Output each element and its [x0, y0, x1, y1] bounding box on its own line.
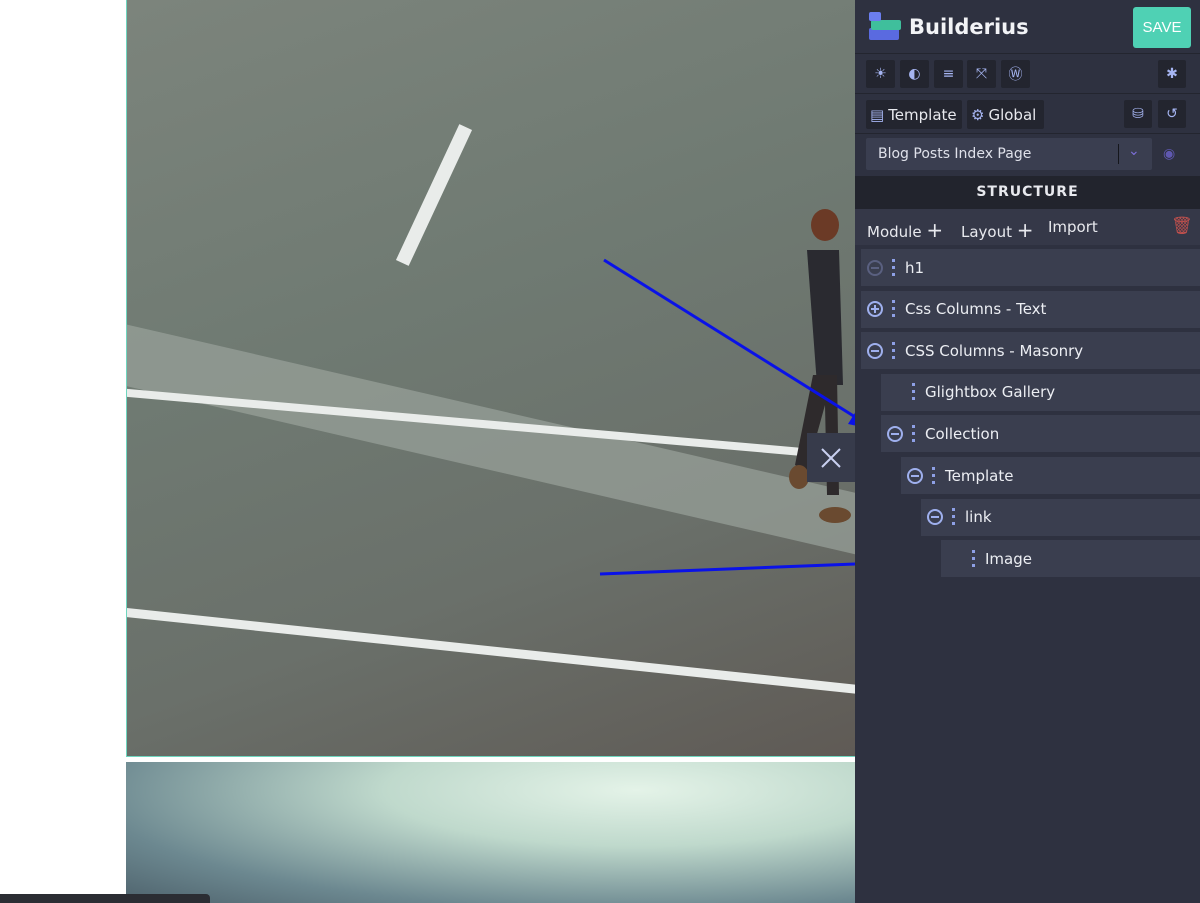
- app-name: Builderius: [909, 15, 1029, 39]
- close-icon: [821, 447, 841, 468]
- tree-item[interactable]: Glightbox Gallery: [881, 373, 1200, 411]
- tree-item-label: link: [965, 508, 992, 527]
- tree-item[interactable]: Collection: [881, 415, 1200, 453]
- collapse-icon[interactable]: [867, 259, 883, 276]
- close-panel-button[interactable]: [807, 433, 855, 482]
- tab-global[interactable]: ⚙ Global: [967, 100, 1044, 129]
- collapse-icon[interactable]: [927, 509, 943, 526]
- tree-item-label: h1: [905, 258, 925, 277]
- sun-icon[interactable]: ☀: [866, 60, 895, 88]
- gears-icon: ⚙: [971, 105, 985, 124]
- align-right-icon[interactable]: ≡: [934, 60, 963, 88]
- tree-item[interactable]: CSS Columns - Masonry: [861, 332, 1200, 370]
- gallery-photo[interactable]: [126, 762, 855, 903]
- tree-item-label: Glightbox Gallery: [925, 383, 1056, 402]
- builder-panel: Builderius SAVE ☀ ◐ ≡ ⤧ Ⓦ ✱ ▤ Template ⚙ G…: [855, 0, 1200, 903]
- chevron-down-icon: ⌄: [1128, 143, 1140, 159]
- contrast-icon[interactable]: ◐: [900, 60, 929, 88]
- bug-icon[interactable]: ✱: [1158, 60, 1186, 88]
- import-button[interactable]: Import: [1048, 218, 1098, 236]
- plus-icon: +: [1016, 218, 1034, 242]
- builderius-logo: Builderius: [867, 10, 1029, 44]
- tree-item-label: Css Columns - Text: [905, 300, 1047, 319]
- drag-handle-icon[interactable]: [892, 341, 895, 360]
- logo-icon: [869, 12, 901, 40]
- drag-handle-icon[interactable]: [892, 300, 895, 319]
- drag-handle-icon[interactable]: [912, 424, 915, 443]
- tree-item[interactable]: link: [921, 498, 1200, 536]
- drag-handle-icon[interactable]: [972, 549, 975, 568]
- database-icon[interactable]: ⛁: [1124, 100, 1152, 128]
- tree-item-label: CSS Columns - Masonry: [905, 341, 1084, 360]
- drag-handle-icon[interactable]: [932, 466, 935, 485]
- drag-handle-icon[interactable]: [952, 508, 955, 527]
- template-icon: ▤: [870, 105, 885, 124]
- drag-handle-icon[interactable]: [912, 383, 915, 402]
- collapse-icon[interactable]: [887, 425, 903, 442]
- add-module-button[interactable]: Module +: [867, 218, 943, 242]
- tree-item-label: Collection: [925, 424, 1000, 443]
- expand-icon[interactable]: ⤧: [967, 60, 996, 88]
- tree-item[interactable]: Template: [901, 457, 1200, 494]
- tree-item-label: Template: [945, 466, 1014, 485]
- structure-title: STRUCTURE: [855, 176, 1200, 209]
- save-button[interactable]: SAVE: [1133, 7, 1191, 48]
- status-bar-url: [0, 894, 210, 903]
- expand-icon[interactable]: [867, 301, 883, 318]
- tree-item[interactable]: Image: [941, 540, 1200, 578]
- template-select[interactable]: Blog Posts Index Page ⌄: [866, 138, 1152, 170]
- street-photo[interactable]: [126, 0, 855, 757]
- preview-canvas: [0, 0, 855, 903]
- collapse-icon[interactable]: [867, 342, 883, 359]
- trash-icon[interactable]: 🗑: [1171, 216, 1193, 236]
- add-layout-button[interactable]: Layout +: [961, 218, 1034, 242]
- collapse-icon[interactable]: [907, 467, 923, 484]
- plus-icon: +: [926, 218, 944, 242]
- tree-item[interactable]: Css Columns - Text: [861, 290, 1200, 328]
- drag-handle-icon[interactable]: [892, 258, 895, 277]
- tree-item[interactable]: h1: [861, 249, 1200, 286]
- eye-icon[interactable]: ◉: [1163, 146, 1175, 162]
- tab-template[interactable]: ▤ Template: [866, 100, 962, 129]
- tree-item-label: Image: [985, 549, 1032, 568]
- history-icon[interactable]: ↺: [1158, 100, 1186, 128]
- wordpress-icon[interactable]: Ⓦ: [1001, 60, 1030, 88]
